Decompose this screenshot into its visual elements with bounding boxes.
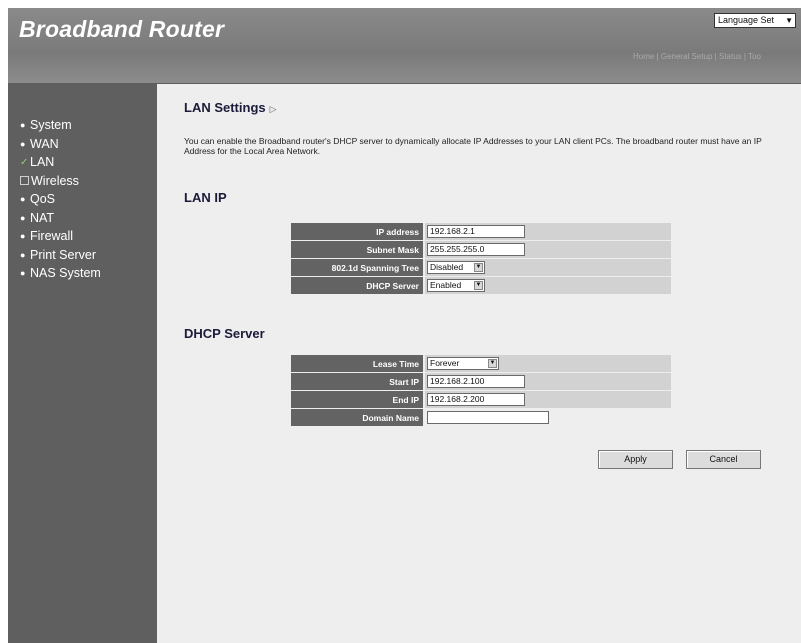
chevron-down-icon: ▼ [474,281,483,290]
start-ip-cell: 192.168.2.100 [425,373,671,390]
sidebar-item-label: Wireless [31,173,79,188]
spanning-tree-select[interactable]: Disabled ▼ [427,261,485,274]
form-row-lease-time: Lease Time Forever ▼ [291,355,671,372]
lease-time-select[interactable]: Forever ▼ [427,357,499,370]
form-row-start-ip: Start IP 192.168.2.100 [291,373,671,390]
sidebar-item-nat[interactable]: ● NAT [20,211,101,230]
page-frame: Broadband Router Language Set ▼ Home | G… [8,8,801,643]
bullet-icon: ● [20,138,26,149]
form-row-subnet-mask: Subnet Mask 255.255.255.0 [291,241,671,258]
bullet-icon: ● [20,212,26,223]
form-row-domain-name: Domain Name [291,409,671,426]
language-select[interactable]: Language Set ▼ [714,13,796,28]
language-select-value: Language Set [718,15,775,25]
chevron-down-icon: ▼ [474,263,483,272]
sidebar-item-lan[interactable]: ✓ LAN [20,155,101,174]
end-ip-label: End IP [291,391,425,408]
spanning-tree-value: Disabled [430,262,464,272]
sidebar-item-firewall[interactable]: ● Firewall [20,229,101,248]
bullet-icon: ● [20,231,26,241]
page-description: You can enable the Broadband router's DH… [184,136,762,156]
header-bar: Broadband Router Language Set ▼ Home | G… [8,8,801,84]
sidebar-item-label: NAS System [30,266,101,280]
subnet-mask-input[interactable]: 255.255.255.0 [427,243,525,256]
form-row-dhcp-server: DHCP Server Enabled ▼ [291,277,671,294]
domain-name-cell [425,409,671,426]
app-title: Broadband Router [19,16,225,42]
lease-time-value: Forever [430,358,460,368]
sidebar-item-qos[interactable]: ● QoS [20,192,101,211]
dhcp-server-select[interactable]: Enabled ▼ [427,279,485,292]
spanning-tree-label: 802.1d Spanning Tree [291,259,425,276]
sidebar-item-print-server[interactable]: ● Print Server [20,248,101,267]
dhcp-section-title: DHCP Server [184,326,265,341]
spanning-tree-cell: Disabled ▼ [425,259,671,276]
start-ip-label: Start IP [291,373,425,390]
cancel-button[interactable]: Cancel [686,450,761,469]
sidebar-item-label: LAN [30,155,55,169]
dhcp-server-value: Enabled [430,280,462,290]
page-title: LAN Settings ▷ [184,100,277,115]
dhcp-server-cell: Enabled ▼ [425,277,671,294]
ip-address-label: IP address [291,223,425,240]
sidebar-item-nas-system[interactable]: ● NAS System [20,266,101,285]
sidebar-item-label: System [30,118,72,132]
bullet-icon: ● [20,249,26,260]
bullet-icon: ● [20,268,26,278]
lan-ip-form: IP address 192.168.2.1 Subnet Mask 255.2… [291,222,671,295]
chevron-down-icon: ▼ [785,16,793,25]
ip-address-input[interactable]: 192.168.2.1 [427,225,525,238]
form-row-ip-address: IP address 192.168.2.1 [291,223,671,240]
sidebar-item-label: QoS [30,192,56,206]
subnet-mask-cell: 255.255.255.0 [425,241,671,258]
domain-name-input[interactable] [427,411,549,424]
lease-time-cell: Forever ▼ [425,355,671,372]
sidebar-item-label: Firewall [30,229,74,243]
sidebar-item-system[interactable]: ● System [20,118,101,137]
bullet-icon: ● [20,120,26,130]
page-title-text: LAN Settings [184,100,266,115]
lan-ip-section-title: LAN IP [184,190,227,205]
sidebar-item-label: NAT [30,210,55,225]
apply-button[interactable]: Apply [598,450,673,469]
checkmark-icon: ✓ [20,157,29,168]
sidebar-item-label: Print Server [30,247,96,262]
start-ip-input[interactable]: 192.168.2.100 [427,375,525,388]
help-icon[interactable]: ▷ [270,104,277,114]
end-ip-cell: 192.168.2.200 [425,391,671,408]
main-content: LAN Settings ▷ You can enable the Broadba… [158,84,801,643]
sidebar: ● System ● WAN ✓ LAN Wireless ● QoS ● NAT ● Fi… [8,84,157,643]
sidebar-item-wireless[interactable]: Wireless [20,174,101,193]
chevron-down-icon: ▼ [488,359,497,368]
dhcp-server-label: DHCP Server [291,277,425,294]
lease-time-label: Lease Time [291,355,425,372]
dhcp-form: Lease Time Forever ▼ Start IP 192.168.2.1… [291,354,671,427]
sidebar-item-wan[interactable]: ● WAN [20,137,101,156]
subnet-mask-label: Subnet Mask [291,241,425,258]
form-row-end-ip: End IP 192.168.2.200 [291,391,671,408]
checkbox-icon [20,175,29,185]
sidebar-item-label: WAN [30,136,59,151]
bullet-icon: ● [20,194,26,204]
end-ip-input[interactable]: 192.168.2.200 [427,393,525,406]
form-row-spanning-tree: 802.1d Spanning Tree Disabled ▼ [291,259,671,276]
domain-name-label: Domain Name [291,409,425,426]
top-nav-links[interactable]: Home | General Setup | Status | Too [633,52,761,61]
ip-address-cell: 192.168.2.1 [425,223,671,240]
